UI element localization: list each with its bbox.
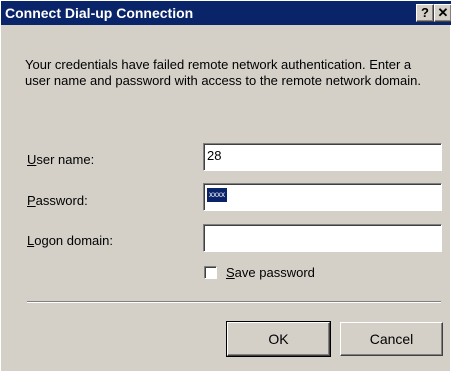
dialog-window: Connect Dial-up Connection ? ✕ Your cred… — [0, 0, 451, 371]
password-label-text: assword: — [35, 193, 88, 208]
help-button[interactable]: ? — [416, 4, 434, 22]
domain-label-text: ogon domain: — [34, 233, 114, 248]
domain-label: Logon domain: — [27, 233, 113, 249]
username-field[interactable]: 28 — [203, 143, 442, 171]
password-field[interactable]: xxxx — [203, 183, 442, 211]
username-value: 28 — [207, 148, 222, 163]
auth-failure-message: Your credentials have failed remote netw… — [25, 57, 421, 88]
window-title: Connect Dial-up Connection — [5, 5, 194, 21]
cancel-button[interactable]: Cancel — [340, 322, 443, 356]
password-value: xxxx — [207, 188, 227, 202]
username-label-text: ser name: — [36, 152, 95, 167]
domain-field[interactable] — [203, 224, 442, 252]
username-label-accel: U — [27, 152, 37, 167]
save-password-text: ave password — [234, 265, 315, 280]
username-label: User name: — [27, 152, 94, 168]
ok-button[interactable]: OK — [226, 321, 331, 357]
separator — [27, 301, 441, 303]
help-icon: ? — [421, 5, 429, 20]
close-icon: ✕ — [437, 5, 449, 20]
password-label-accel: P — [27, 193, 36, 208]
password-label: Password: — [27, 193, 88, 209]
save-password-checkbox[interactable] — [204, 266, 217, 279]
title-bar[interactable]: Connect Dial-up Connection ? ✕ — [1, 1, 451, 25]
save-password-accel: S — [226, 265, 235, 280]
save-password-label[interactable]: Save password — [226, 265, 315, 281]
close-button[interactable]: ✕ — [434, 4, 451, 22]
